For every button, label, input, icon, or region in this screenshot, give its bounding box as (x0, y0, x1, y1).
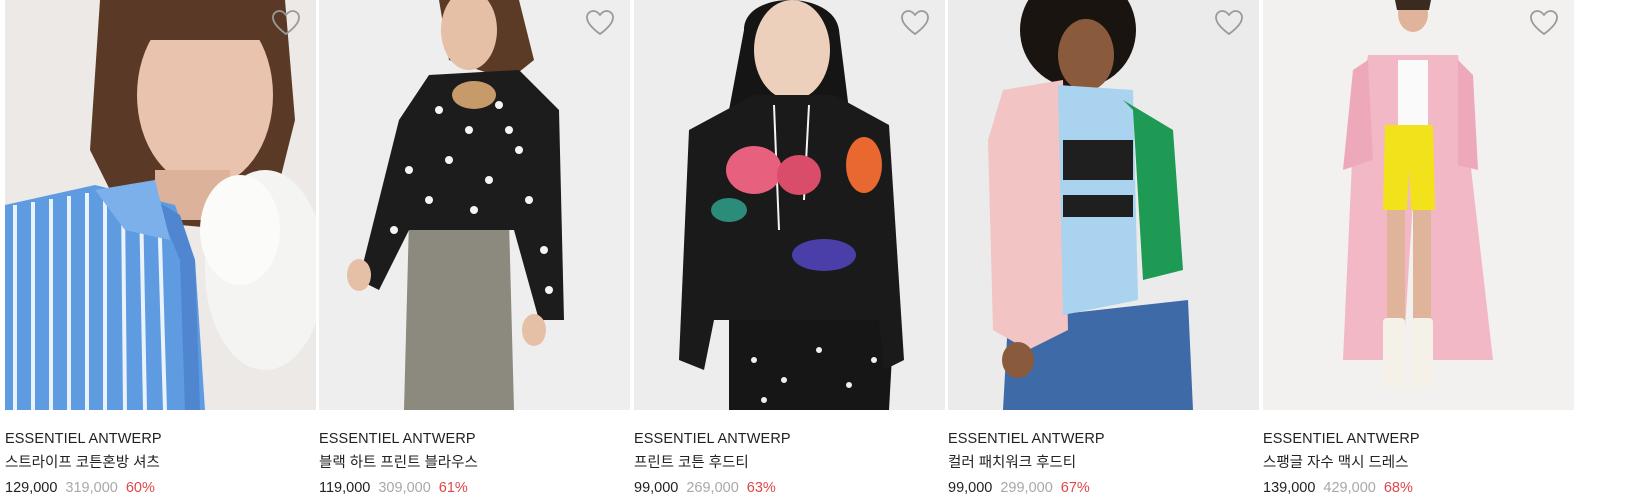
product-name[interactable]: 블랙 하트 프린트 블라우스 (319, 451, 630, 475)
product-name[interactable]: 스팽글 자수 맥시 드레스 (1263, 451, 1574, 475)
product-card[interactable]: ESSENTIEL ANTWERP 스트라이프 코튼혼방 셔츠 129,000 3… (5, 0, 316, 500)
product-name[interactable]: 프린트 코튼 후드티 (634, 451, 945, 475)
product-prices: 129,000 319,000 60% (5, 476, 316, 500)
product-card[interactable]: ESSENTIEL ANTWERP 블랙 하트 프린트 블라우스 119,000… (319, 0, 630, 500)
product-image[interactable] (319, 0, 630, 410)
sale-price: 99,000 (634, 480, 679, 496)
product-name[interactable]: 스트라이프 코튼혼방 셔츠 (5, 451, 316, 475)
product-grid: ESSENTIEL ANTWERP 스트라이프 코튼혼방 셔츠 129,000 3… (0, 0, 1645, 502)
heart-outline-icon[interactable] (1215, 10, 1243, 36)
original-price: 429,000 (1323, 480, 1376, 496)
model-print-hoodie-image (634, 0, 945, 410)
product-name[interactable]: 컬러 패치워크 후드티 (948, 451, 1259, 475)
original-price: 309,000 (378, 480, 431, 496)
product-brand[interactable]: ESSENTIEL ANTWERP (948, 428, 1259, 450)
product-card[interactable]: ESSENTIEL ANTWERP 프린트 코튼 후드티 99,000 269,0… (634, 0, 945, 500)
product-prices: 99,000 269,000 63% (634, 476, 945, 500)
product-brand[interactable]: ESSENTIEL ANTWERP (5, 428, 316, 450)
product-prices: 139,000 429,000 68% (1263, 476, 1574, 500)
discount-rate: 61% (438, 480, 468, 496)
discount-rate: 67% (1060, 480, 1090, 496)
product-brand[interactable]: ESSENTIEL ANTWERP (319, 428, 630, 450)
model-maxi-dress-image (1263, 0, 1574, 410)
discount-rate: 68% (1383, 480, 1413, 496)
product-image[interactable] (1263, 0, 1574, 410)
original-price: 299,000 (1000, 480, 1053, 496)
original-price: 269,000 (686, 480, 739, 496)
heart-outline-icon[interactable] (901, 10, 929, 36)
sale-price: 119,000 (319, 480, 371, 496)
product-image[interactable] (948, 0, 1259, 410)
product-image[interactable] (634, 0, 945, 410)
heart-outline-icon[interactable] (586, 10, 614, 36)
product-card[interactable]: ESSENTIEL ANTWERP 스팽글 자수 맥시 드레스 139,000 4… (1263, 0, 1574, 500)
discount-rate: 63% (746, 480, 776, 496)
original-price: 319,000 (65, 480, 118, 496)
product-image[interactable] (5, 0, 316, 410)
product-prices: 99,000 299,000 67% (948, 476, 1259, 500)
sale-price: 99,000 (948, 480, 993, 496)
product-card[interactable]: ESSENTIEL ANTWERP 컬러 패치워크 후드티 99,000 299,… (948, 0, 1259, 500)
model-heart-blouse-image (319, 0, 630, 410)
model-striped-shirt-image (5, 0, 316, 410)
heart-outline-icon[interactable] (272, 10, 300, 36)
sale-price: 139,000 (1263, 480, 1316, 496)
discount-rate: 60% (125, 480, 155, 496)
sale-price: 129,000 (5, 480, 58, 496)
heart-outline-icon[interactable] (1530, 10, 1558, 36)
product-brand[interactable]: ESSENTIEL ANTWERP (634, 428, 945, 450)
product-prices: 119,000 309,000 61% (319, 476, 630, 500)
product-brand[interactable]: ESSENTIEL ANTWERP (1263, 428, 1574, 450)
model-patchwork-hoodie-image (948, 0, 1259, 410)
